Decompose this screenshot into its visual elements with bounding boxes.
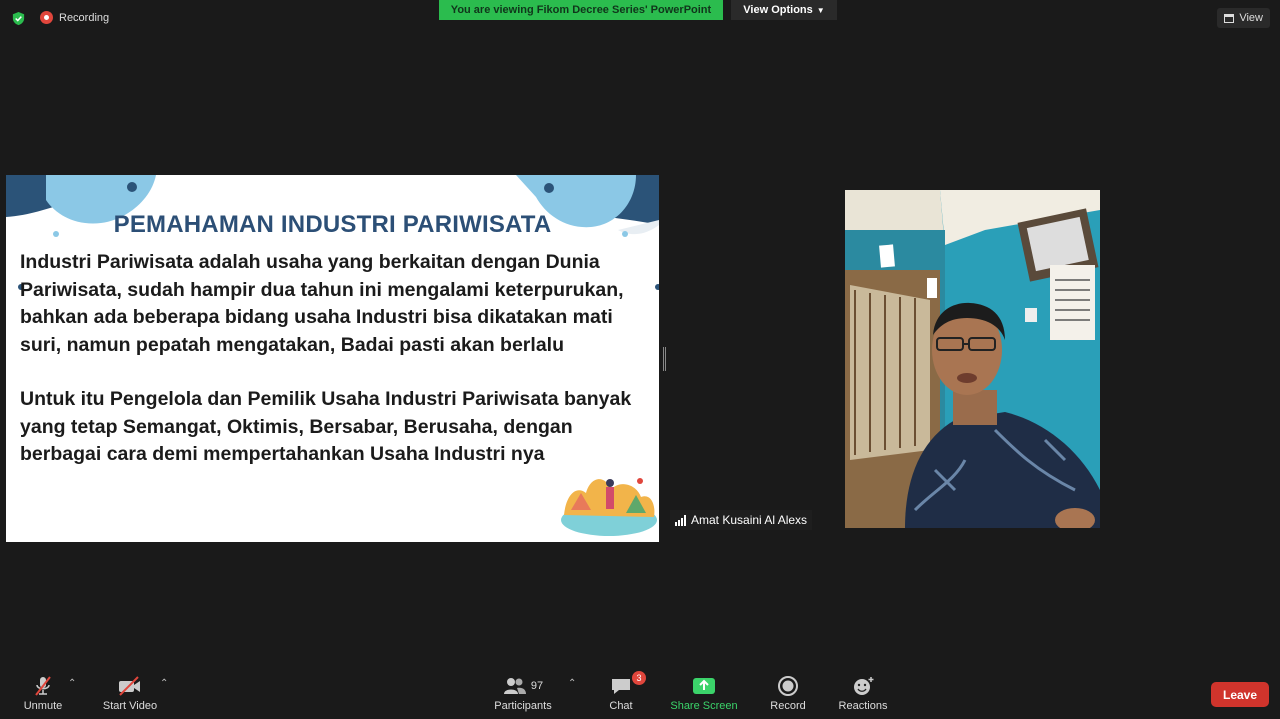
participant-count: 97: [530, 680, 544, 692]
leave-button[interactable]: Leave: [1211, 682, 1269, 707]
recording-indicator[interactable]: Recording: [40, 11, 109, 24]
recording-icon: [40, 11, 53, 24]
speaker-video-frame: [845, 190, 1100, 528]
participant-name-tag: Amat Kusaini Al Alexs: [670, 510, 813, 530]
slide-body: Industri Pariwisata adalah usaha yang be…: [20, 249, 650, 496]
participants-label: Participants: [494, 700, 552, 712]
share-screen-button[interactable]: Share Screen: [670, 674, 738, 712]
chat-button[interactable]: 3 Chat: [604, 671, 646, 712]
view-grid-icon: [1224, 13, 1235, 23]
view-button[interactable]: View: [1217, 8, 1270, 28]
slide-paragraph-1: Industri Pariwisata adalah usaha yang be…: [20, 251, 624, 356]
participant-video[interactable]: [845, 190, 1100, 528]
video-options-caret-icon[interactable]: ⌃: [160, 678, 168, 689]
chat-label: Chat: [609, 700, 633, 712]
start-video-button[interactable]: Start Video: [100, 674, 160, 712]
security-shield-icon[interactable]: [11, 11, 26, 26]
unmute-button[interactable]: Unmute: [20, 674, 66, 712]
participant-name: Amat Kusaini Al Alexs: [691, 513, 808, 527]
record-icon: [778, 676, 798, 696]
viewing-banner: You are viewing Fikom Decree Series' Pow…: [439, 0, 723, 20]
view-label: View: [1239, 12, 1263, 24]
leave-label: Leave: [1222, 687, 1258, 702]
slide-title: PEMAHAMAN INDUSTRI PARIWISATA: [113, 211, 552, 238]
recording-label: Recording: [59, 11, 110, 24]
participants-options-caret-icon[interactable]: ⌃: [568, 678, 576, 689]
chat-icon: [612, 679, 630, 694]
slide-paragraph-2: Untuk itu Pengelola dan Pemilik Usaha In…: [20, 388, 632, 465]
shared-slide: PEMAHAMAN INDUSTRI PARIWISATA Industri P…: [6, 175, 659, 542]
chat-unread-badge: 3: [632, 671, 646, 685]
view-options-button[interactable]: View Options ▼: [731, 0, 837, 20]
unmute-label: Unmute: [23, 700, 63, 712]
record-button[interactable]: Record: [766, 674, 810, 712]
reactions-label: Reactions: [838, 700, 888, 712]
chevron-down-icon: ▼: [816, 5, 825, 15]
connection-signal-icon: [675, 514, 686, 526]
video-off-icon: [119, 676, 140, 696]
audio-options-caret-icon[interactable]: ⌃: [68, 678, 76, 689]
share-screen-label: Share Screen: [670, 700, 738, 712]
reactions-button[interactable]: Reactions: [836, 674, 890, 712]
split-divider-handle[interactable]: [663, 347, 666, 371]
viewing-banner-text: You are viewing Fikom Decree Series' Pow…: [450, 4, 712, 16]
start-video-label: Start Video: [102, 700, 158, 712]
share-screen-icon: [693, 678, 715, 694]
record-label: Record: [770, 700, 806, 712]
participants-button[interactable]: 97 Participants: [492, 674, 554, 712]
participants-icon: [503, 678, 526, 694]
reactions-icon: [854, 677, 874, 695]
muted-microphone-icon: [35, 676, 51, 696]
view-options-label: View Options: [743, 4, 813, 16]
